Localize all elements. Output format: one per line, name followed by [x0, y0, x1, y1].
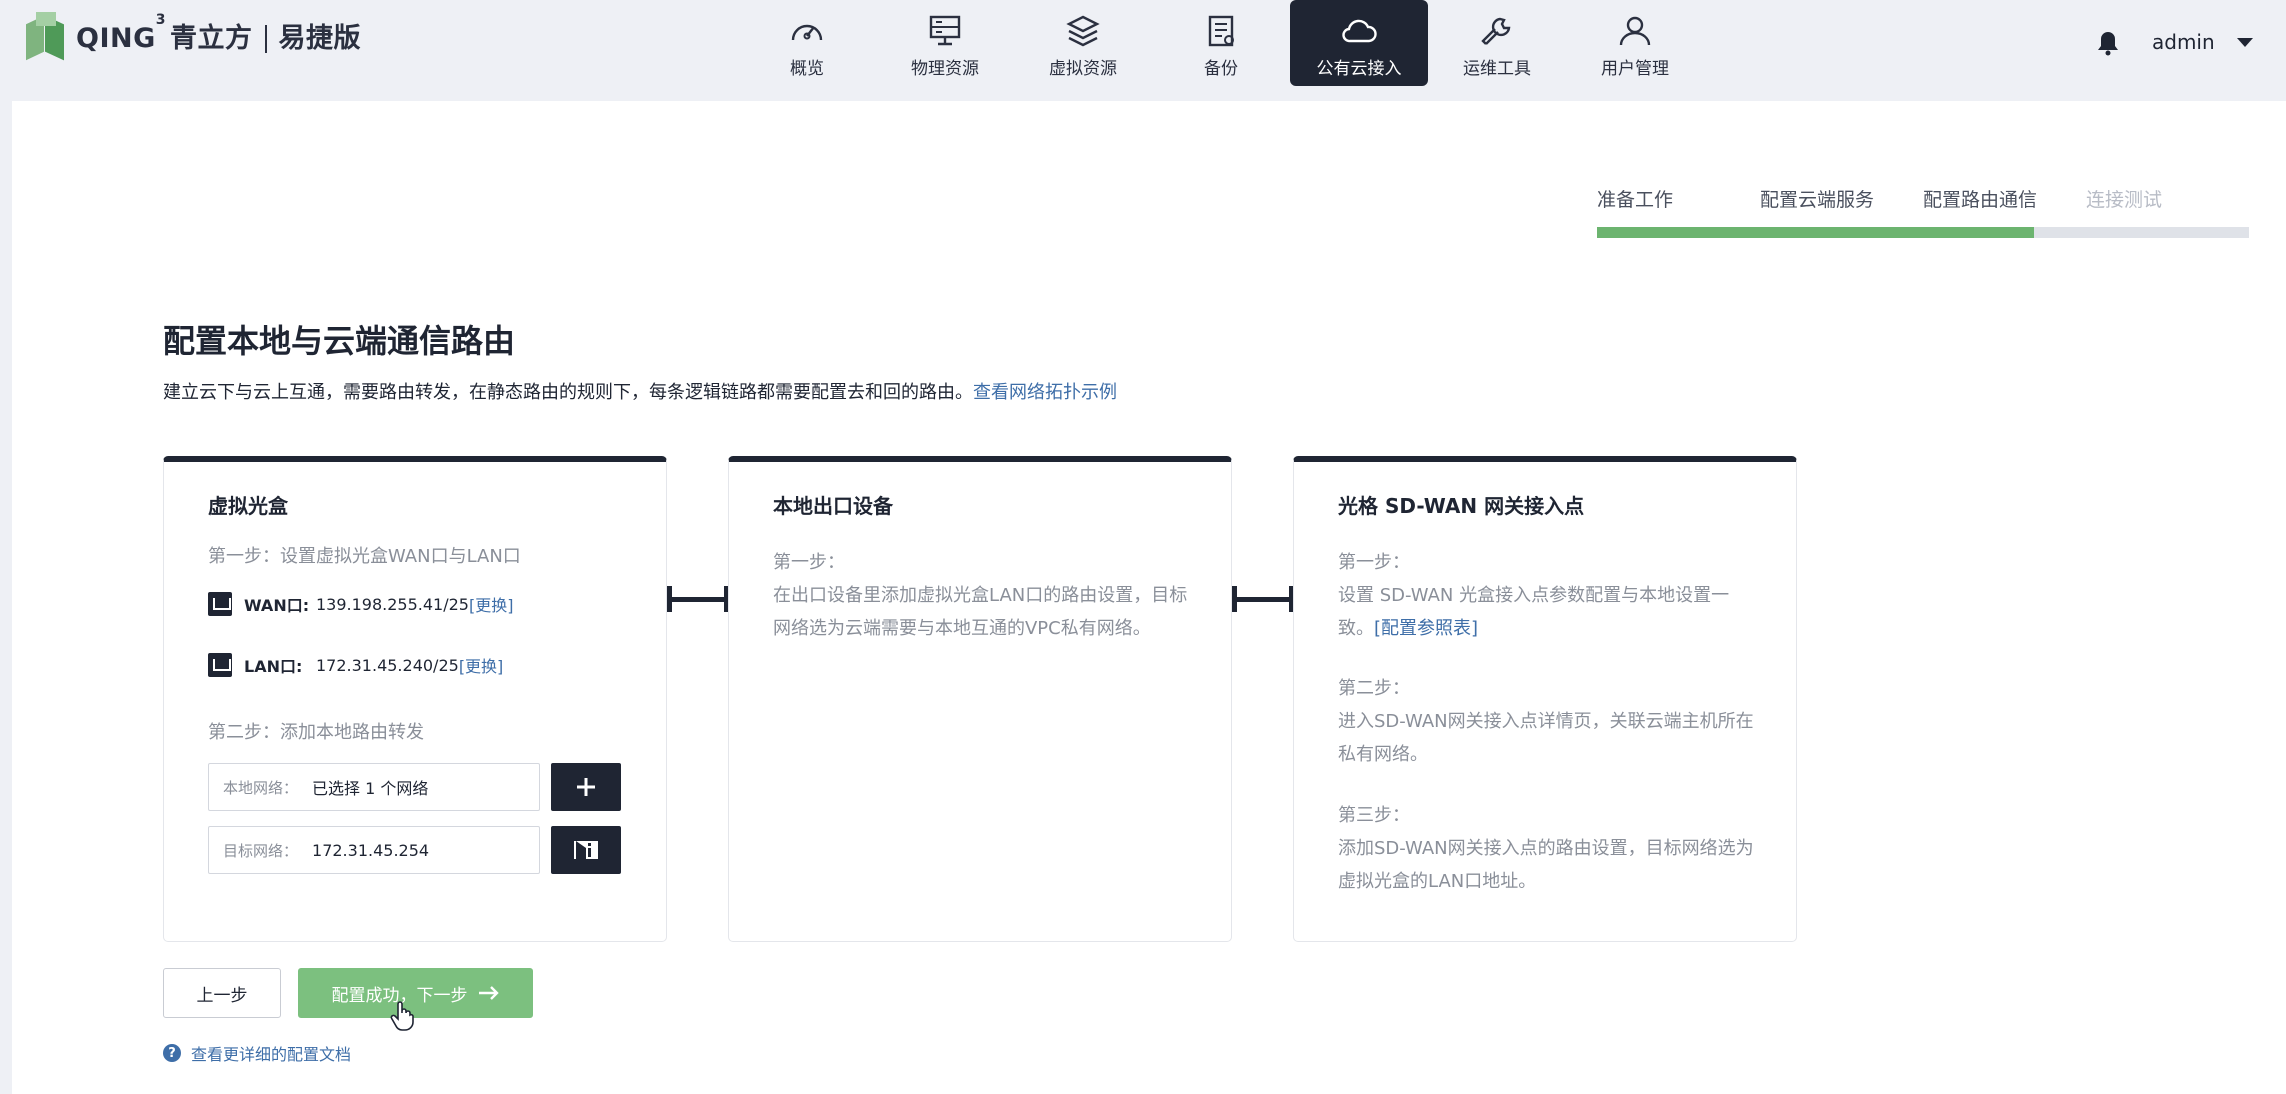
- step1-block: 第一步： 在出口设备里添加虚拟光盒LAN口的路由设置，目标网络选为云端需要与本地…: [773, 546, 1193, 645]
- add-network-button[interactable]: [551, 763, 621, 811]
- arrow-right-icon: [478, 986, 499, 1000]
- step3-block: 第三步： 添加SD-WAN网关接入点的路由设置，目标网络选为虚拟光盒的LAN口地…: [1338, 799, 1758, 898]
- step2-block: 第二步： 进入SD-WAN网关接入点详情页，关联云端主机所在私有网络。: [1338, 672, 1758, 771]
- plus-icon: [577, 778, 595, 796]
- nav-item-physical[interactable]: 物理资源: [876, 0, 1014, 86]
- step-prepare: 准备工作: [1597, 189, 1674, 211]
- wizard-stepper: 准备工作 配置云端服务 配置路由通信 连接测试: [1597, 185, 2249, 238]
- progress-track: [1597, 227, 2249, 238]
- step2-text: 第二步：添加本地路由转发: [208, 722, 424, 743]
- target-network-value: 172.31.45.254: [312, 840, 430, 860]
- step1-block: 第一步： 设置 SD-WAN 光盒接入点参数配置与本地设置一致。[配置参照表]: [1338, 546, 1758, 645]
- docs-link[interactable]: ? 查看更详细的配置文档: [163, 1041, 351, 1065]
- local-network-field[interactable]: 本地网络： 已选择 1 个网络: [208, 763, 540, 811]
- main-nav: 概览 物理资源 虚拟资源 备份 公有云接入 运维工具 用户管理: [738, 0, 1704, 86]
- cloud-icon: [1342, 19, 1377, 42]
- nav-item-overview[interactable]: 概览: [738, 0, 876, 86]
- target-network-label: 目标网络：: [223, 841, 299, 860]
- step1-text: 第一步：设置虚拟光盒WAN口与LAN口: [208, 546, 521, 567]
- step1-title: 第一步：: [1338, 552, 1410, 573]
- step2-title: 第二步：: [1338, 678, 1410, 699]
- backup-icon: [1208, 15, 1234, 46]
- local-network-label: 本地网络：: [223, 778, 299, 797]
- nav-label: 概览: [790, 58, 824, 79]
- target-network-field[interactable]: 目标网络： 172.31.45.254: [208, 826, 540, 874]
- hand-cursor-icon: [390, 1001, 414, 1031]
- step-routing: 配置路由通信: [1923, 189, 2038, 211]
- link-connector: [1232, 586, 1294, 612]
- logo[interactable]: QING3青立方 易捷版: [26, 10, 362, 61]
- prev-button[interactable]: 上一步: [163, 968, 281, 1018]
- info-card-icon: [574, 841, 598, 859]
- lan-value: 172.31.45.240/25: [316, 655, 459, 675]
- nav-label: 运维工具: [1463, 58, 1531, 79]
- card-sdwan-gateway: 光格 SD-WAN 网关接入点 第一步： 设置 SD-WAN 光盒接入点参数配置…: [1293, 456, 1797, 942]
- nav-label: 用户管理: [1601, 58, 1669, 79]
- docs-label: 查看更详细的配置文档: [191, 1045, 352, 1064]
- layers-icon: [1066, 15, 1100, 46]
- step-connect-test: 连接测试: [2086, 189, 2163, 211]
- local-network-value: 已选择 1 个网络: [312, 779, 429, 798]
- user-menu[interactable]: admin: [2152, 30, 2253, 54]
- nav-label: 备份: [1204, 58, 1238, 79]
- page-title: 配置本地与云端通信路由: [163, 322, 516, 360]
- top-bar: QING3青立方易捷版 概览 物理资源 虚拟资源 备份 公有云接入 运维工具: [0, 0, 2286, 101]
- wan-value: 139.198.255.41/25: [316, 594, 469, 614]
- logo-cube-icon: [26, 12, 66, 61]
- step2-body: 进入SD-WAN网关接入点详情页，关联云端主机所在私有网络。: [1338, 711, 1754, 765]
- step3-title: 第三步：: [1338, 805, 1410, 826]
- user-icon: [1619, 16, 1651, 45]
- wan-port-row: WAN口: 139.198.255.41/25 [更换]: [208, 592, 513, 616]
- card-title: 本地出口设备: [773, 494, 893, 518]
- nav-label: 物理资源: [911, 58, 979, 79]
- lan-port-row: LAN口: 172.31.45.240/25 [更换]: [208, 653, 503, 677]
- nav-label: 虚拟资源: [1049, 58, 1117, 79]
- card-virtual-box: 虚拟光盒 第一步：设置虚拟光盒WAN口与LAN口 WAN口: 139.198.2…: [163, 456, 667, 942]
- topology-link[interactable]: 查看网络拓扑示例: [973, 382, 1117, 403]
- step3-body: 添加SD-WAN网关接入点的路由设置，目标网络选为虚拟光盒的LAN口地址。: [1338, 838, 1754, 892]
- main-panel: 准备工作 配置云端服务 配置路由通信 连接测试 配置本地与云端通信路由 建立云下…: [12, 101, 2286, 1094]
- ethernet-port-icon: [208, 592, 232, 616]
- card-title: 虚拟光盒: [208, 494, 288, 518]
- progress-fill: [1597, 227, 2034, 238]
- nav-item-ops-tools[interactable]: 运维工具: [1428, 0, 1566, 86]
- link-connector: [667, 586, 729, 612]
- lan-change-link[interactable]: [更换]: [459, 653, 504, 677]
- nav-label: 公有云接入: [1316, 58, 1402, 79]
- wrench-icon: [1481, 17, 1511, 45]
- username: admin: [2152, 30, 2215, 54]
- network-info-button[interactable]: [551, 826, 621, 874]
- gauge-icon: [791, 24, 823, 40]
- bell-icon[interactable]: [2096, 30, 2120, 56]
- nav-item-user-mgmt[interactable]: 用户管理: [1566, 0, 1704, 86]
- ethernet-port-icon: [208, 653, 232, 677]
- step1-title: 第一步：: [773, 552, 845, 573]
- page-description: 建立云下与云上互通，需要路由转发，在静态路由的规则下，每条逻辑链路都需要配置去和…: [163, 382, 1117, 403]
- nav-item-public-cloud[interactable]: 公有云接入: [1290, 0, 1428, 86]
- wan-change-link[interactable]: [更换]: [469, 592, 514, 616]
- card-local-exit-device: 本地出口设备 第一步： 在出口设备里添加虚拟光盒LAN口的路由设置，目标网络选为…: [728, 456, 1232, 942]
- step-cloud-service: 配置云端服务: [1760, 189, 1875, 211]
- help-icon: ?: [163, 1044, 181, 1062]
- card-title: 光格 SD-WAN 网关接入点: [1338, 494, 1585, 518]
- step1-body: 在出口设备里添加虚拟光盒LAN口的路由设置，目标网络选为云端需要与本地互通的VP…: [773, 585, 1188, 639]
- chevron-down-icon: [2236, 37, 2253, 47]
- nav-item-virtual[interactable]: 虚拟资源: [1014, 0, 1152, 86]
- server-icon: [929, 15, 961, 45]
- logo-text: QING3青立方 易捷版: [76, 11, 362, 54]
- lan-label: LAN口:: [244, 657, 303, 676]
- wan-label: WAN口:: [244, 596, 310, 615]
- nav-item-backup[interactable]: 备份: [1152, 0, 1290, 86]
- config-reference-link[interactable]: [配置参照表]: [1374, 618, 1478, 639]
